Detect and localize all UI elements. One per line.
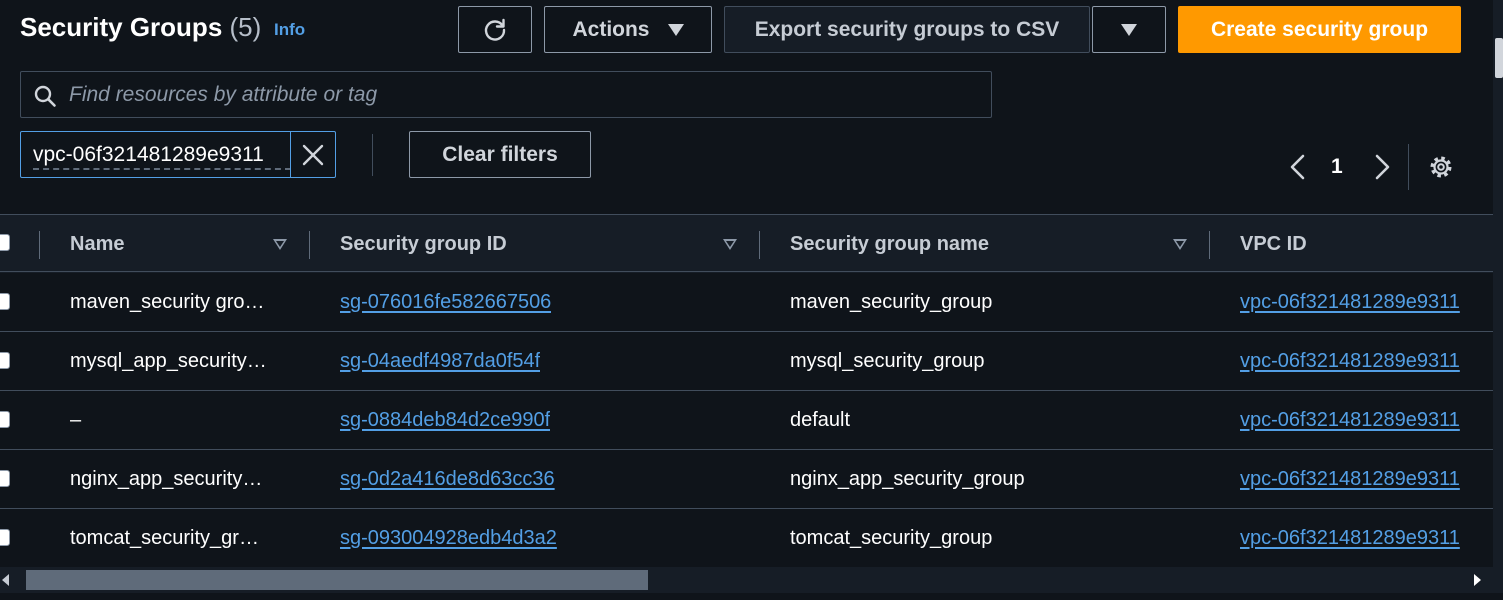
column-header-security-group-name[interactable]: Security group name [790,233,989,256]
page-title: Security Groups (5) [20,12,261,43]
filter-token-divider [290,132,291,177]
column-header-security-group-id[interactable]: Security group ID [340,233,507,256]
table-row[interactable]: tomcat_security_gr… sg-093004928edb4d3a2… [0,509,1503,568]
table-header: Name Security group ID Security group na… [0,214,1503,272]
table-row[interactable]: maven_security gro… sg-076016fe582667506… [0,273,1503,332]
search-box[interactable] [20,71,992,118]
refresh-icon [484,18,506,41]
page-title-text: Security Groups [20,12,223,42]
vertical-scrollbar-thumb[interactable] [1495,38,1503,78]
close-icon[interactable] [301,143,325,167]
row-name: maven_security gro… [70,291,265,313]
sort-icon[interactable] [1173,239,1187,250]
row-checkbox[interactable] [0,293,10,310]
row-checkbox[interactable] [0,529,10,546]
search-input[interactable] [69,80,969,110]
row-name: tomcat_security_gr… [70,527,259,549]
filter-token: vpc-06f321481289e9311 [20,131,336,178]
row-security-group-name: tomcat_security_group [790,527,993,549]
caret-down-icon [667,23,684,36]
column-header-name[interactable]: Name [70,233,124,256]
row-checkbox[interactable] [0,352,10,369]
vpc-id-link[interactable]: vpc-06f321481289e9311 [1240,468,1493,491]
current-page-number[interactable]: 1 [1331,155,1343,179]
chevron-left-icon[interactable] [1286,153,1310,181]
table-row[interactable]: – sg-0884deb84d2ce990f default vpc-06f32… [0,391,1503,450]
row-security-group-name: maven_security_group [790,291,993,313]
resource-count: (5) [229,12,262,42]
actions-dropdown-button[interactable]: Actions [544,6,712,53]
page-header: Security Groups (5) Info Actions Export … [0,0,1503,214]
column-divider[interactable] [1209,231,1210,259]
clear-filters-button[interactable]: Clear filters [409,131,591,178]
table-row[interactable]: nginx_app_security… sg-0d2a416de8d63cc36… [0,450,1503,509]
export-dropdown-button[interactable] [1092,6,1166,53]
export-csv-button[interactable]: Export security groups to CSV [724,6,1090,53]
sort-icon[interactable] [273,239,287,250]
vertical-scrollbar[interactable] [1493,0,1503,600]
export-label: Export security groups to CSV [754,17,1060,41]
filter-token-underline [33,168,291,170]
create-security-group-button[interactable]: Create security group [1178,6,1461,53]
column-divider[interactable] [309,231,310,259]
table-row[interactable]: mysql_app_security… sg-04aedf4987da0f54f… [0,332,1503,391]
vpc-id-link[interactable]: vpc-06f321481289e9311 [1240,527,1493,550]
vpc-id-link[interactable]: vpc-06f321481289e9311 [1240,409,1493,432]
security-group-id-link[interactable]: sg-04aedf4987da0f54f [340,350,540,373]
row-security-group-name: nginx_app_security_group [790,468,1025,490]
create-label: Create security group [1210,17,1429,41]
gear-icon[interactable] [1426,152,1456,182]
security-group-id-link[interactable]: sg-0d2a416de8d63cc36 [340,468,555,491]
row-security-group-name: default [790,409,851,431]
pagination-divider [1408,144,1409,190]
refresh-button[interactable] [458,6,532,53]
column-header-vpc-id[interactable]: VPC ID [1240,233,1307,256]
actions-label: Actions [572,17,650,41]
search-icon [34,85,56,107]
select-all-checkbox[interactable] [0,234,10,251]
row-name: mysql_app_security… [70,350,267,372]
vpc-id-link[interactable]: vpc-06f321481289e9311 [1240,350,1493,373]
toolbar-divider [372,134,373,176]
row-name: – [70,409,82,431]
row-checkbox[interactable] [0,411,10,428]
column-divider [39,231,40,259]
scroll-left-arrow-icon[interactable] [2,574,9,586]
chevron-right-icon[interactable] [1370,153,1394,181]
sort-icon[interactable] [723,239,737,250]
scroll-right-arrow-icon[interactable] [1474,574,1481,586]
info-link[interactable]: Info [274,20,305,40]
vpc-id-link[interactable]: vpc-06f321481289e9311 [1240,291,1493,314]
row-checkbox[interactable] [0,470,10,487]
clear-filters-label: Clear filters [442,142,558,166]
security-group-id-link[interactable]: sg-093004928edb4d3a2 [340,527,557,550]
row-security-group-name: mysql_security_group [790,350,985,372]
scrollbar-thumb[interactable] [26,570,648,590]
filter-token-value: vpc-06f321481289e9311 [33,143,264,166]
caret-down-icon [1121,23,1137,36]
security-group-id-link[interactable]: sg-076016fe582667506 [340,291,551,314]
security-group-id-link[interactable]: sg-0884deb84d2ce990f [340,409,550,432]
bottom-edge [0,593,1503,600]
row-name: nginx_app_security… [70,468,263,490]
column-divider[interactable] [759,231,760,259]
